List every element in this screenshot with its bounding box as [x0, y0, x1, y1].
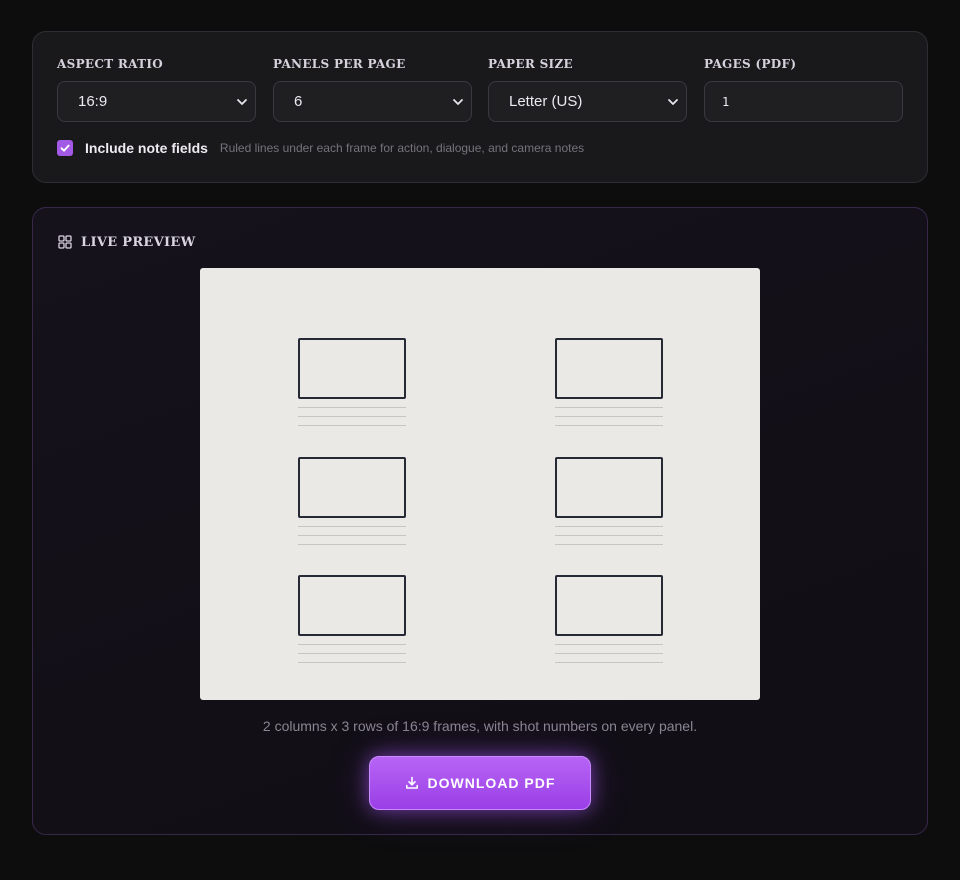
download-pdf-button[interactable]: DOWNLOAD PDF [369, 756, 591, 810]
note-line [298, 544, 406, 545]
paper-size-label: PAPER SIZE [488, 57, 573, 71]
storyboard-panel [298, 575, 406, 667]
note-line [298, 416, 406, 417]
panel-frame [298, 338, 406, 399]
storyboard-panel [298, 338, 406, 430]
note-line [555, 535, 663, 536]
pages-input[interactable]: 1 [704, 81, 903, 122]
preview-header: LIVE PREVIEW [58, 234, 196, 250]
note-fields-hint: Ruled lines under each frame for action,… [219, 141, 585, 155]
pages-label: PAGES (PDF) [704, 57, 797, 71]
note-line [298, 653, 406, 654]
note-fields-checkbox[interactable] [57, 140, 73, 156]
panel-frame [298, 457, 406, 518]
preview-title: LIVE PREVIEW [81, 234, 196, 250]
download-pdf-label: DOWNLOAD PDF [427, 775, 556, 791]
note-fields-row: Include note fields Ruled lines under ea… [57, 139, 584, 157]
chevron-down-icon [668, 99, 678, 105]
note-line [298, 662, 406, 663]
aspect-ratio-select[interactable]: 16:9 [57, 81, 256, 122]
aspect-ratio-field: ASPECT RATIO 16:9 [57, 56, 256, 122]
live-preview-panel: LIVE PREVIEW 2 columns x 3 rows of 16:9 … [32, 207, 928, 835]
note-line [298, 535, 406, 536]
note-line [555, 526, 663, 527]
preview-caption: 2 columns x 3 rows of 16:9 frames, with … [262, 718, 698, 734]
grid-icon [58, 235, 72, 249]
note-line [555, 653, 663, 654]
paper-size-select[interactable]: Letter (US) [488, 81, 687, 122]
paper-size-field: PAPER SIZE Letter (US) [488, 56, 687, 122]
note-line [298, 644, 406, 645]
chevron-down-icon [453, 99, 463, 105]
paper-size-value: Letter (US) [509, 93, 583, 110]
checkmark-icon [60, 144, 70, 152]
note-line [298, 407, 406, 408]
note-line [555, 407, 663, 408]
chevron-down-icon [237, 99, 247, 105]
note-line [298, 425, 406, 426]
note-line [555, 544, 663, 545]
pages-field: PAGES (PDF) 1 [704, 56, 903, 122]
storyboard-panel [298, 457, 406, 549]
panel-frame [555, 457, 663, 518]
pages-value: 1 [722, 94, 730, 109]
panels-per-page-field: PANELS PER PAGE 6 [273, 56, 472, 122]
note-fields-label[interactable]: Include note fields [85, 140, 208, 156]
aspect-ratio-label: ASPECT RATIO [57, 57, 164, 71]
storyboard-panel [555, 575, 663, 667]
note-line [298, 526, 406, 527]
note-line [555, 425, 663, 426]
panels-per-page-select[interactable]: 6 [273, 81, 472, 122]
storyboard-panel [555, 338, 663, 430]
note-line [555, 662, 663, 663]
panel-frame [298, 575, 406, 636]
paper-preview [200, 268, 760, 700]
panels-per-page-label: PANELS PER PAGE [273, 57, 406, 71]
panel-frame [555, 575, 663, 636]
storyboard-panel [555, 457, 663, 549]
note-line [555, 644, 663, 645]
panels-per-page-value: 6 [294, 93, 303, 110]
aspect-ratio-value: 16:9 [78, 93, 108, 110]
download-icon [405, 776, 418, 789]
panel-frame [555, 338, 663, 399]
note-line [555, 416, 663, 417]
settings-panel: ASPECT RATIO 16:9 PANELS PER PAGE 6 PAPE… [32, 31, 928, 183]
